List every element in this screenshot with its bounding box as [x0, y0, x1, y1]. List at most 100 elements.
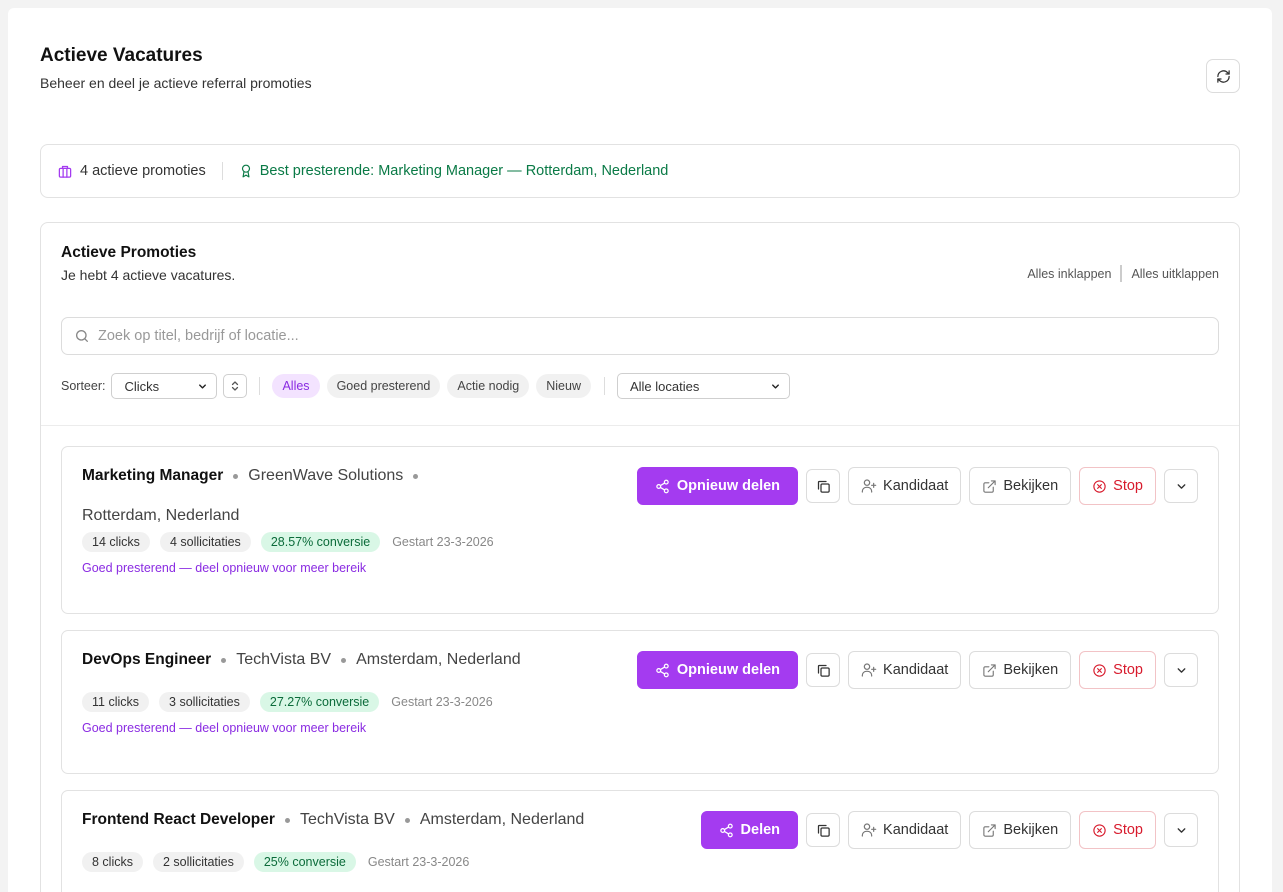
expand-card-button[interactable] [1164, 653, 1198, 687]
filter-bar: Sorteer: Clicks Alles Goed presterend Ac… [61, 372, 790, 400]
stop-label: Stop [1113, 822, 1143, 838]
clicks-badge: 8 clicks [82, 852, 143, 872]
page-title: Actieve Vacatures [40, 45, 203, 66]
refresh-button[interactable] [1206, 59, 1240, 93]
job-location: Amsterdam, Nederland [356, 651, 521, 668]
candidate-button[interactable]: Kandidaat [848, 811, 962, 849]
stop-label: Stop [1113, 662, 1143, 678]
clicks-badge: 11 clicks [82, 692, 150, 712]
candidate-label: Kandidaat [883, 822, 949, 838]
copy-button[interactable] [806, 813, 841, 847]
start-date: Gestart 23-3-2026 [367, 855, 470, 869]
collapse-all-link[interactable]: Alles inklappen [1027, 267, 1111, 281]
job-title: DevOps Engineer [82, 651, 212, 668]
share-icon [719, 823, 734, 838]
applications-badge: 4 sollicitaties [159, 532, 251, 552]
start-date: Gestart 23-3-2026 [391, 695, 493, 709]
performance-hint: Goed presterend — deel opnieuw voor meer… [82, 721, 367, 735]
x-circle-icon [1092, 479, 1107, 494]
sort-order-button[interactable] [223, 374, 248, 398]
stop-button[interactable]: Stop [1079, 651, 1156, 689]
job-title: Marketing Manager [82, 467, 224, 484]
location-select-value: Alle locaties [629, 378, 700, 394]
separator-dot [221, 657, 227, 663]
best-performing: Best presterende: Marketing Manager — Ro… [239, 163, 668, 179]
reshare-label: Opnieuw delen [676, 662, 781, 678]
conversion-badge: 28.57% conversie [260, 532, 381, 552]
filter-separator [259, 377, 261, 395]
panel-subtitle: Je hebt 4 actieve vacatures. [61, 267, 236, 283]
card-actions: Opnieuw delen Kandidaat Bekijken Stop [636, 651, 1198, 689]
expand-card-button[interactable] [1164, 813, 1198, 847]
external-link-icon [982, 479, 997, 494]
search-box [61, 317, 1219, 355]
conversion-badge: 27.27% conversie [259, 692, 380, 712]
separator-dot [413, 473, 419, 479]
collapse-separator [1120, 265, 1123, 282]
copy-icon [816, 663, 831, 678]
promotion-card: DevOps Engineer TechVista BV Amsterdam, … [61, 630, 1219, 774]
active-count: 4 actieve promoties [57, 163, 206, 179]
copy-button[interactable] [806, 653, 841, 687]
filter-chip-actie-nodig[interactable]: Actie nodig [447, 374, 530, 398]
share-button[interactable]: Delen [700, 811, 799, 849]
reshare-button[interactable]: Opnieuw delen [636, 651, 799, 689]
expand-card-button[interactable] [1164, 469, 1198, 503]
page: Actieve Vacatures Beheer en deel je acti… [8, 8, 1272, 892]
company-name: TechVista BV [299, 811, 395, 828]
stop-button[interactable]: Stop [1079, 467, 1156, 505]
external-link-icon [982, 823, 997, 838]
company-name: GreenWave Solutions [248, 467, 404, 484]
applications-badge: 3 sollicitaties [159, 692, 250, 712]
stop-button[interactable]: Stop [1079, 811, 1156, 849]
collapse-controls: Alles inklappen Alles uitklappen [1027, 265, 1219, 282]
panel-title: Actieve Promoties [61, 244, 197, 261]
view-button[interactable]: Bekijken [969, 811, 1072, 849]
page-subtitle: Beheer en deel je actieve referral promo… [40, 75, 312, 91]
view-button[interactable]: Bekijken [969, 651, 1072, 689]
user-plus-icon [861, 822, 877, 838]
refresh-icon [1216, 69, 1231, 84]
view-label: Bekijken [1003, 662, 1059, 678]
candidate-label: Kandidaat [883, 478, 949, 494]
chevron-down-icon [770, 381, 781, 392]
reshare-button[interactable]: Opnieuw delen [636, 467, 799, 505]
promotion-card: Frontend React Developer TechVista BV Am… [61, 790, 1219, 892]
stats-row: 14 clicks 4 sollicitaties 28.57% convers… [82, 532, 494, 552]
job-location: Rotterdam, Nederland [82, 507, 240, 524]
separator-dot [341, 657, 347, 663]
chevron-down-icon [197, 381, 208, 392]
card-heading: Frontend React Developer TechVista BV Am… [82, 811, 584, 829]
card-actions: Delen Kandidaat Bekijken Stop [700, 811, 1198, 849]
search-icon [74, 328, 90, 344]
filter-separator [603, 377, 605, 395]
search-input[interactable] [98, 328, 1198, 344]
panel-divider [41, 425, 1239, 426]
start-date: Gestart 23-3-2026 [392, 535, 494, 549]
job-location: Amsterdam, Nederland [419, 811, 585, 828]
share-icon [655, 663, 670, 678]
sort-select[interactable]: Clicks [111, 373, 218, 399]
filter-chip-alles[interactable]: Alles [272, 374, 320, 398]
copy-button[interactable] [806, 469, 841, 503]
filter-chip-goed-presterend[interactable]: Goed presterend [326, 374, 441, 398]
candidate-button[interactable]: Kandidaat [848, 467, 962, 505]
separator-dot [404, 817, 410, 823]
sort-label: Sorteer: [61, 379, 106, 393]
separator-dot [233, 473, 239, 479]
user-plus-icon [861, 478, 877, 494]
candidate-button[interactable]: Kandidaat [848, 651, 962, 689]
applications-badge: 2 sollicitaties [152, 852, 244, 872]
active-count-text: 4 actieve promoties [80, 163, 206, 179]
stats-row: 11 clicks 3 sollicitaties 27.27% convers… [82, 692, 493, 712]
conversion-badge: 25% conversie [253, 852, 356, 872]
view-button[interactable]: Bekijken [969, 467, 1072, 505]
job-title: Frontend React Developer [82, 811, 275, 828]
user-plus-icon [861, 662, 877, 678]
filter-chip-nieuw[interactable]: Nieuw [536, 374, 591, 398]
stop-label: Stop [1113, 478, 1143, 494]
reshare-label: Opnieuw delen [676, 478, 781, 494]
expand-all-link[interactable]: Alles uitklappen [1131, 267, 1219, 281]
copy-icon [816, 823, 831, 838]
location-select[interactable]: Alle locaties [616, 373, 790, 399]
